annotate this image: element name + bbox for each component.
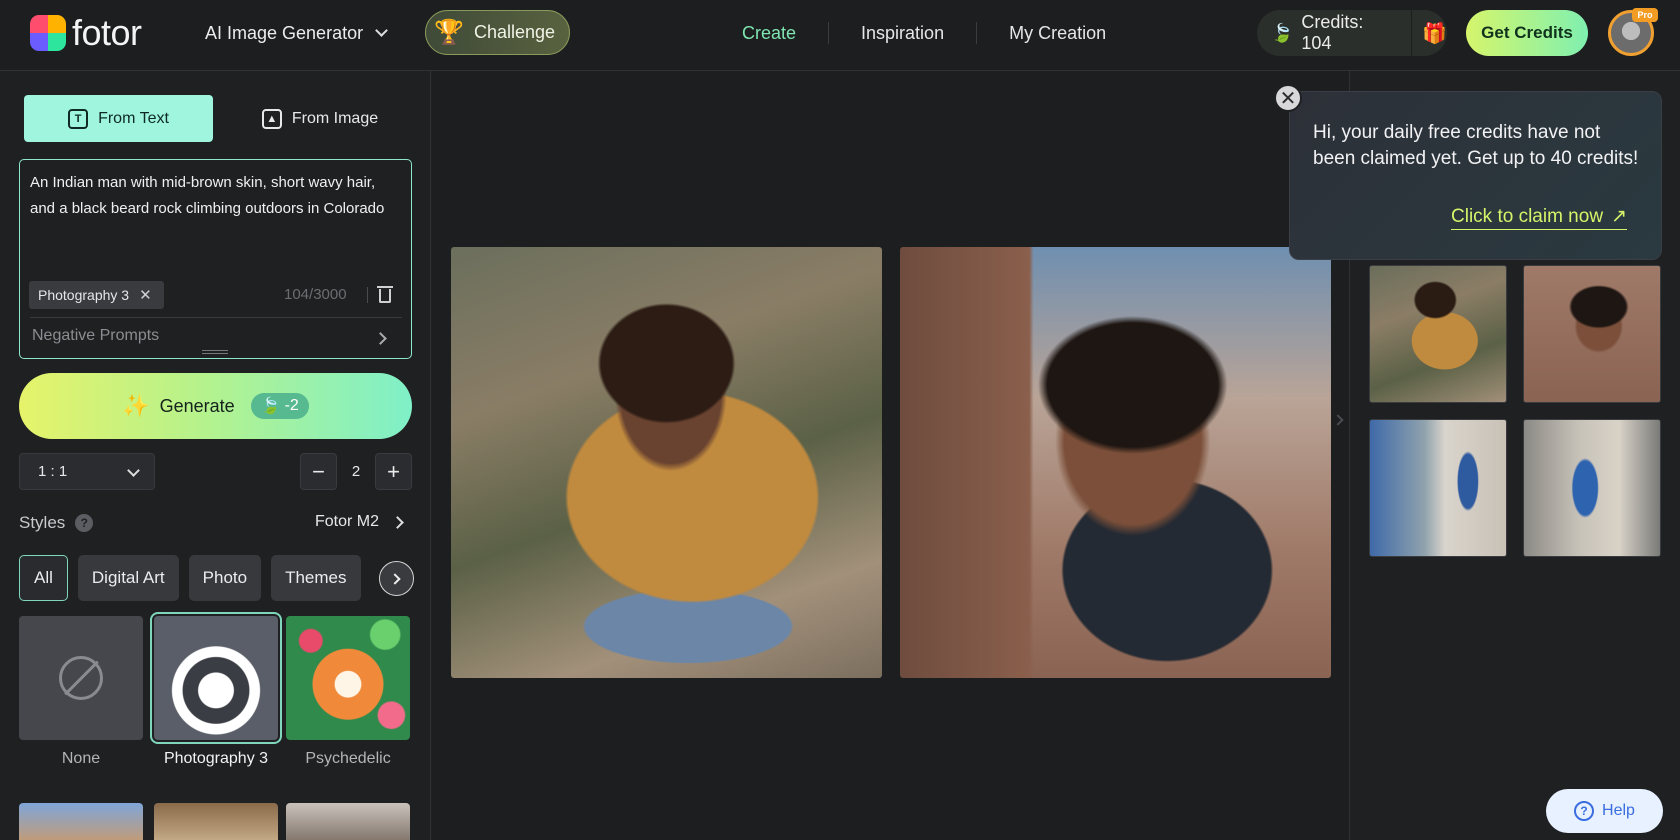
credits-pill[interactable]: 🍃 Credits: 104 🎁 bbox=[1257, 10, 1447, 56]
aspect-ratio-value: 1 : 1 bbox=[38, 463, 68, 480]
prompt-input[interactable]: An Indian man with mid-brown skin, short… bbox=[30, 170, 400, 222]
aspect-ratio-select[interactable]: 1 : 1 bbox=[19, 453, 155, 490]
trophy-icon: 🏆 bbox=[434, 19, 464, 46]
model-label: Fotor M2 bbox=[315, 513, 380, 530]
quantity-stepper: − 2 + bbox=[300, 453, 412, 490]
arrow-up-right-icon: ↗ bbox=[1611, 206, 1627, 227]
style-thumbnail bbox=[150, 612, 282, 744]
magic-wand-icon: ✨ bbox=[122, 393, 150, 418]
pro-badge: Pro bbox=[1632, 8, 1658, 22]
chevron-right-icon[interactable] bbox=[374, 332, 387, 345]
close-icon: ✕ bbox=[1279, 87, 1297, 110]
get-credits-button[interactable]: Get Credits bbox=[1466, 10, 1588, 56]
question-icon: ? bbox=[1574, 801, 1595, 821]
quantity-value: 2 bbox=[351, 463, 361, 480]
leaf-icon: 🍃 bbox=[1271, 22, 1294, 43]
style-category-tabs: All Digital Art Photo Themes bbox=[19, 555, 361, 601]
gift-icon[interactable]: 🎁 bbox=[1422, 21, 1447, 46]
chevron-right-icon bbox=[389, 572, 401, 585]
result-canvas bbox=[432, 71, 1349, 840]
nav-inspiration[interactable]: Inspiration bbox=[829, 23, 976, 44]
style-tabs-next-button[interactable] bbox=[379, 561, 414, 596]
help-label: Help bbox=[1602, 802, 1635, 819]
tool-menu-label: AI Image Generator bbox=[205, 22, 364, 43]
image-icon: ▲ bbox=[261, 108, 282, 129]
generated-image[interactable] bbox=[900, 247, 1331, 678]
prompt-divider bbox=[30, 317, 402, 318]
popup-message: Hi, your daily free credits have not bee… bbox=[1313, 122, 1639, 169]
style-card-name: None bbox=[61, 750, 101, 767]
top-bar: fotor AI Image Generator 🏆 Challenge Cre… bbox=[0, 0, 1680, 71]
claim-credits-link[interactable]: Click to claim now ↗ bbox=[1451, 205, 1627, 230]
history-thumbnail[interactable] bbox=[1523, 265, 1661, 403]
logo-text: fotor bbox=[72, 12, 142, 53]
help-button[interactable]: ? Help bbox=[1546, 789, 1663, 833]
tool-menu-dropdown[interactable]: AI Image Generator bbox=[205, 20, 388, 46]
daily-credits-popup: Hi, your daily free credits have not bee… bbox=[1289, 91, 1662, 260]
credit-cost: -2 bbox=[284, 397, 299, 414]
style-card-name: Photography 3 bbox=[163, 750, 269, 767]
trash-icon[interactable] bbox=[376, 282, 394, 306]
tab-from-text[interactable]: T From Text bbox=[24, 95, 213, 142]
generate-button[interactable]: ✨ Generate 🍃 -2 bbox=[19, 373, 412, 439]
styles-label: Styles bbox=[19, 513, 66, 532]
challenge-label: Challenge bbox=[474, 22, 556, 42]
style-tab-photo[interactable]: Photo bbox=[188, 555, 262, 601]
model-selector[interactable]: Fotor M2 bbox=[315, 513, 404, 531]
question-icon[interactable]: ? bbox=[75, 514, 94, 532]
style-tab-all[interactable]: All bbox=[19, 555, 68, 601]
chevron-down-icon bbox=[375, 24, 388, 37]
style-card[interactable] bbox=[19, 803, 143, 840]
claim-label: Click to claim now bbox=[1451, 205, 1604, 227]
counter-divider bbox=[367, 287, 368, 303]
style-thumbnail bbox=[286, 616, 410, 740]
main-nav: Create Inspiration My Creation bbox=[710, 20, 1138, 46]
leaf-icon: 🍃 bbox=[260, 398, 281, 415]
chevron-down-icon bbox=[127, 464, 140, 477]
text-t-icon: T bbox=[68, 108, 89, 129]
prompt-box: An Indian man with mid-brown skin, short… bbox=[19, 159, 412, 359]
style-tab-themes[interactable]: Themes bbox=[271, 555, 361, 601]
style-card[interactable] bbox=[286, 803, 410, 840]
resize-handle[interactable] bbox=[202, 350, 228, 354]
generated-image[interactable] bbox=[451, 247, 882, 678]
close-icon[interactable]: ✕ bbox=[139, 286, 152, 304]
credits-count: Credits: 104 bbox=[1301, 12, 1364, 53]
fotor-logo[interactable]: fotor bbox=[30, 12, 142, 53]
chevron-right-icon[interactable] bbox=[1332, 414, 1344, 426]
credits-divider bbox=[1411, 10, 1413, 56]
style-card-none[interactable]: None bbox=[19, 616, 143, 768]
tab-label: From Image bbox=[291, 109, 379, 127]
style-chip[interactable]: Photography 3 ✕ bbox=[29, 281, 164, 309]
generate-label: Generate bbox=[159, 395, 235, 416]
credit-cost-badge: 🍃 -2 bbox=[250, 393, 309, 419]
history-thumbnail[interactable] bbox=[1523, 419, 1661, 557]
styles-heading: Styles ? bbox=[19, 513, 94, 533]
challenge-button[interactable]: 🏆 Challenge bbox=[425, 10, 570, 55]
chevron-right-icon bbox=[391, 515, 404, 529]
history-thumbnail[interactable] bbox=[1369, 265, 1507, 403]
close-popup-button[interactable]: ✕ bbox=[1274, 84, 1302, 112]
style-card[interactable] bbox=[154, 803, 278, 840]
fotor-logo-icon bbox=[30, 15, 66, 51]
style-tab-digital-art[interactable]: Digital Art bbox=[77, 555, 179, 601]
style-card-name: Psychedelic bbox=[305, 750, 391, 767]
tab-from-image[interactable]: ▲ From Image bbox=[240, 95, 400, 142]
style-card-photography-3[interactable]: Photography 3 bbox=[150, 612, 282, 768]
history-thumbnail[interactable] bbox=[1369, 419, 1507, 557]
prohibited-icon bbox=[59, 656, 103, 700]
style-chip-label: Photography 3 bbox=[38, 287, 130, 303]
nav-create[interactable]: Create bbox=[710, 23, 828, 44]
char-counter: 104/3000 bbox=[284, 286, 347, 303]
style-thumbnail bbox=[19, 616, 143, 740]
decrement-button[interactable]: − bbox=[300, 453, 337, 490]
style-card-psychedelic[interactable]: Psychedelic bbox=[286, 616, 410, 768]
generator-panel: T From Text ▲ From Image An Indian man w… bbox=[0, 71, 431, 840]
nav-my-creation[interactable]: My Creation bbox=[977, 23, 1138, 44]
tab-label: From Text bbox=[98, 109, 169, 127]
negative-prompts-toggle[interactable]: Negative Prompts bbox=[32, 327, 159, 345]
increment-button[interactable]: + bbox=[375, 453, 412, 490]
